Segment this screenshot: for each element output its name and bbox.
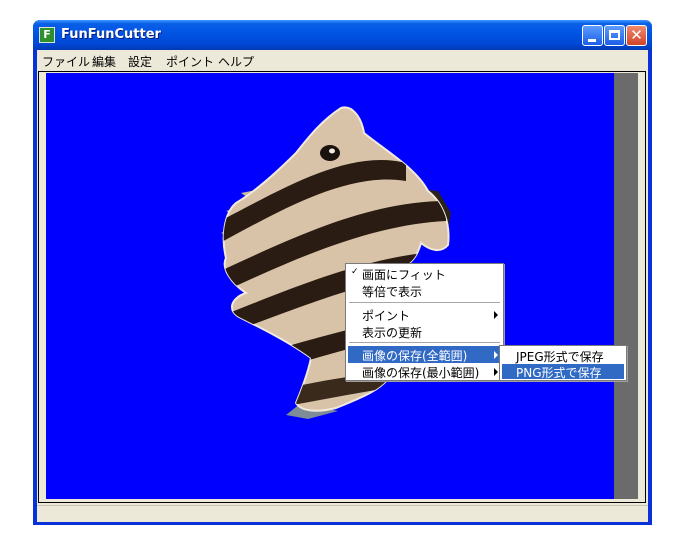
title-bar[interactable]: F FunFunCutter ✕ xyxy=(33,20,652,50)
app-window: F FunFunCutter ✕ ファイル 編集 設定 ポイント ヘルプ xyxy=(33,20,652,525)
close-button[interactable]: ✕ xyxy=(626,25,647,46)
submenu-arrow-icon xyxy=(494,311,498,319)
menu-item-refresh[interactable]: 表示の更新 xyxy=(362,324,422,341)
fish-image xyxy=(221,106,451,419)
menu-separator xyxy=(349,342,500,343)
submenu-arrow-icon xyxy=(494,368,498,376)
menu-bar: ファイル 編集 設定 ポイント ヘルプ xyxy=(37,50,648,70)
context-menu: ✓ 画面にフィット 等倍で表示 ポイント 表示の更新 画像の保存(全範囲) 画像… xyxy=(345,263,504,381)
menu-item-save-jpeg[interactable]: JPEG形式で保存 xyxy=(516,348,604,365)
window-title: FunFunCutter xyxy=(61,27,161,42)
menu-item-save-min[interactable]: 画像の保存(最小範囲) xyxy=(362,364,479,381)
menu-item-save-full[interactable]: 画像の保存(全範囲) xyxy=(362,347,467,364)
close-icon: ✕ xyxy=(630,26,643,44)
vertical-scrollbar[interactable] xyxy=(614,73,638,499)
menu-help[interactable]: ヘルプ xyxy=(218,53,254,70)
app-icon[interactable]: F xyxy=(39,27,55,43)
menu-edit[interactable]: 編集 xyxy=(92,53,116,70)
image-view-frame xyxy=(38,71,646,503)
menu-item-fit[interactable]: 画面にフィット xyxy=(362,266,446,283)
menu-item-save-png[interactable]: PNG形式で保存 xyxy=(516,364,602,381)
maximize-icon xyxy=(609,30,620,40)
image-canvas[interactable] xyxy=(46,73,614,499)
menu-separator xyxy=(349,302,500,303)
checkmark-icon: ✓ xyxy=(351,267,359,277)
save-submenu: JPEG形式で保存 PNG形式で保存 xyxy=(499,345,627,381)
maximize-button[interactable] xyxy=(604,25,625,46)
menu-item-actual-size[interactable]: 等倍で表示 xyxy=(362,283,422,300)
menu-settings[interactable]: 設定 xyxy=(128,53,152,70)
minimize-button[interactable] xyxy=(582,25,603,46)
minimize-icon xyxy=(588,39,596,42)
menu-item-point[interactable]: ポイント xyxy=(362,307,410,324)
client-area: ファイル 編集 設定 ポイント ヘルプ xyxy=(37,50,648,522)
status-bar xyxy=(37,505,648,522)
menu-file[interactable]: ファイル xyxy=(42,53,90,70)
menu-point[interactable]: ポイント xyxy=(166,53,214,70)
submenu-arrow-icon xyxy=(494,351,498,359)
